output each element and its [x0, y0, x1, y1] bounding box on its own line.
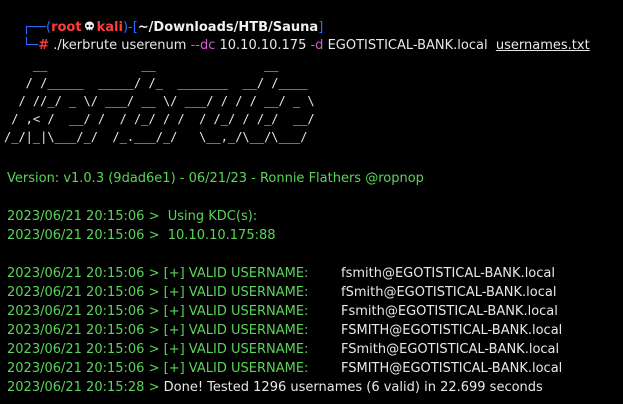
timestamp: 2023/06/21 20:15:06 > [7, 285, 160, 300]
valid-label: [+] VALID USERNAME: [163, 361, 309, 376]
timestamp: 2023/06/21 20:15:06 > [7, 361, 160, 376]
valid-label: [+] VALID USERNAME: [163, 342, 309, 357]
flag-domain: -d [310, 38, 324, 53]
valid-username: fsmith@EGOTISTICAL-BANK.local [341, 266, 555, 281]
log-message: Using KDC(s): [167, 209, 258, 224]
valid-username: FSMITH@EGOTISTICAL-BANK.local [341, 323, 563, 338]
kerbrute-banner: __ __ __ / /_____ _____/ /_ _______ __/ … [4, 56, 315, 146]
kdc-line: 2023/06/21 20:15:06 > Using KDC(s): [7, 208, 257, 226]
log-message: 10.10.10.175:88 [167, 228, 276, 243]
valid-label: [+] VALID USERNAME: [163, 304, 309, 319]
timestamp: 2023/06/21 20:15:06 > [7, 304, 160, 319]
timestamp: 2023/06/21 20:15:06 > [7, 228, 160, 243]
timestamp: 2023/06/21 20:15:06 > [7, 342, 160, 357]
result-row: 2023/06/21 20:15:06 > [+] VALID USERNAME… [7, 303, 558, 321]
result-row: 2023/06/21 20:15:06 > [+] VALID USERNAME… [7, 322, 562, 340]
valid-label: [+] VALID USERNAME: [163, 285, 309, 300]
terminal-window[interactable]: ┌──(root kali)-[~/Downloads/HTB/Sauna] └─… [0, 0, 623, 404]
valid-username: FSmith@EGOTISTICAL-BANK.local [341, 342, 560, 357]
usernames-file-link[interactable]: usernames.txt [496, 38, 590, 53]
banner-line: / ,< / __/ / / /_/ / / / /_/ / /_/ __/ [4, 112, 315, 126]
domain-value: EGOTISTICAL-BANK.local [327, 38, 488, 53]
timestamp: 2023/06/21 20:15:06 > [7, 323, 160, 338]
version-line: Version: v1.0.3 (9dad6e1) - 06/21/23 - R… [7, 171, 424, 186]
summary-line: 2023/06/21 20:15:28 > Done! Tested 1296 … [7, 379, 543, 397]
valid-username: fSmith@EGOTISTICAL-BANK.local [341, 285, 557, 300]
timestamp: 2023/06/21 20:15:06 > [7, 266, 160, 281]
summary-message: Done! Tested 1296 usernames (6 valid) in… [163, 380, 543, 395]
result-row: 2023/06/21 20:15:06 > [+] VALID USERNAME… [7, 284, 556, 302]
banner-line: /_/|_|\___/_/ /_.___/_/ \__,_/\__/\___/ [4, 130, 315, 144]
prompt-hash: # [38, 38, 50, 53]
result-row: 2023/06/21 20:15:06 > [+] VALID USERNAME… [7, 341, 559, 359]
timestamp: 2023/06/21 20:15:28 > [7, 380, 160, 395]
valid-username: FSMITH@EGOTISTICAL-BANK.local [341, 361, 563, 376]
dc-value: 10.10.10.175 [219, 38, 307, 53]
valid-label: [+] VALID USERNAME: [163, 266, 309, 281]
banner-line: __ __ __ [4, 58, 315, 72]
kdc-address-line: 2023/06/21 20:15:06 > 10.10.10.175:88 [7, 227, 276, 245]
result-row: 2023/06/21 20:15:06 > [+] VALID USERNAME… [7, 265, 555, 283]
valid-username: Fsmith@EGOTISTICAL-BANK.local [341, 304, 558, 319]
banner-line: / /_____ _____/ /_ _______ __/ /____ [4, 76, 315, 90]
result-row: 2023/06/21 20:15:06 > [+] VALID USERNAME… [7, 360, 562, 378]
banner-line: / //_/ _ \/ ___/ __ \/ ___/ / / / __/ _ … [4, 94, 315, 108]
timestamp: 2023/06/21 20:15:06 > [7, 209, 160, 224]
valid-label: [+] VALID USERNAME: [163, 323, 309, 338]
flag-dc: --dc [190, 38, 216, 53]
command-executable: ./kerbrute userenum [53, 38, 187, 53]
